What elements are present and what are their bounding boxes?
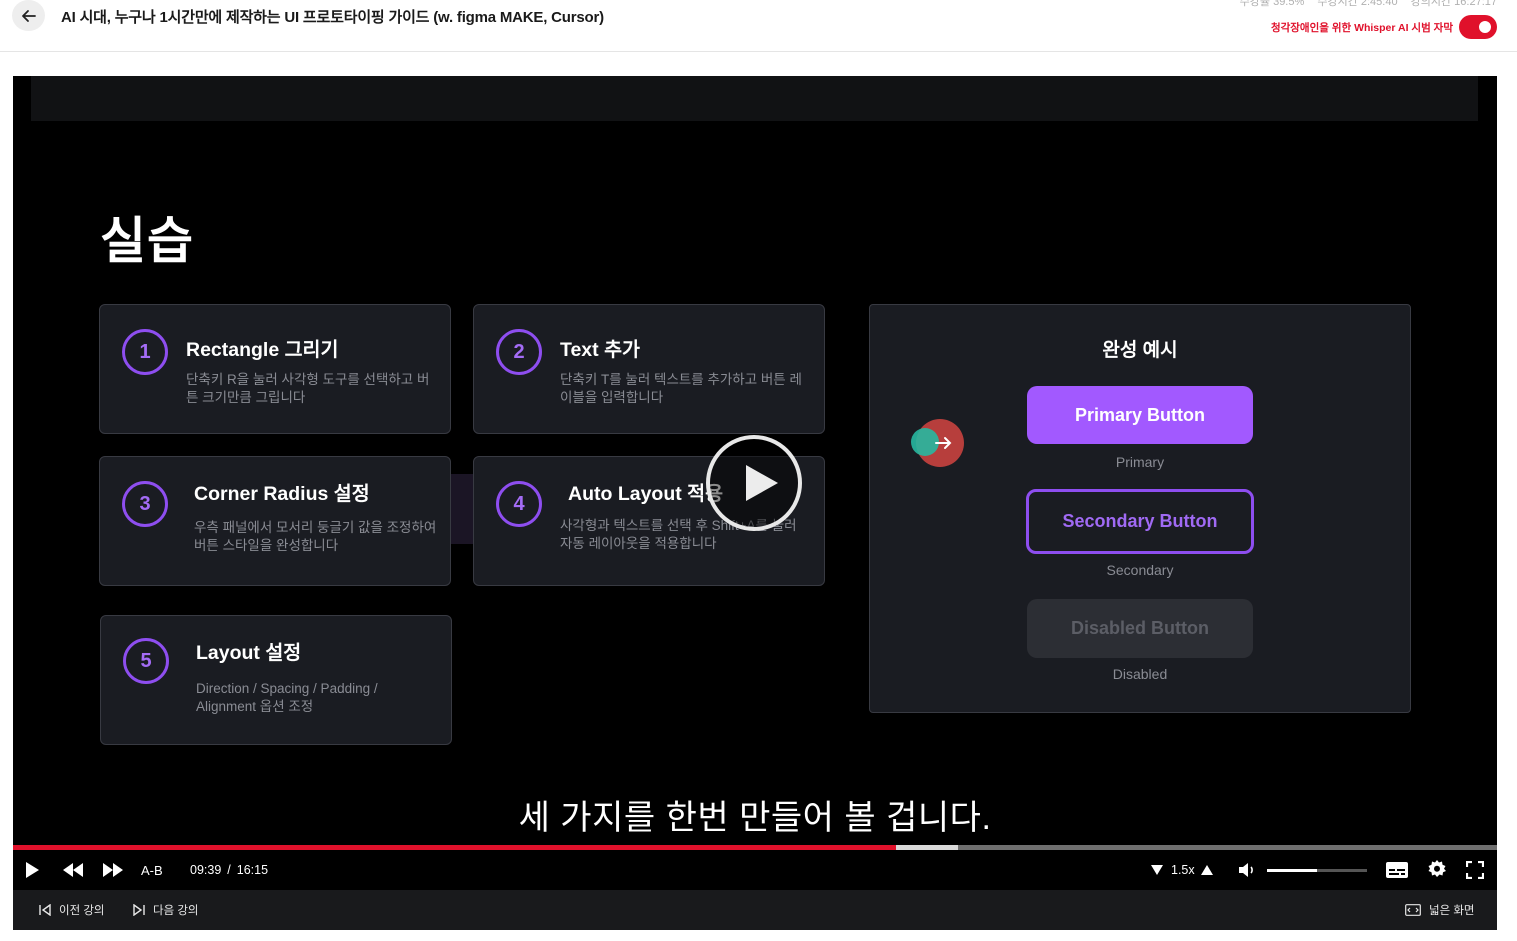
speed-up-button[interactable]: [1201, 850, 1213, 890]
step-number: 3: [122, 481, 168, 527]
wide-screen-icon: [1405, 904, 1421, 916]
ab-repeat-button[interactable]: A-B: [141, 850, 163, 890]
step-card-5: 5 Layout 설정 Direction / Spacing / Paddin…: [100, 615, 452, 745]
step-title: Auto Layout 적용: [568, 483, 724, 505]
fullscreen-button[interactable]: [1466, 850, 1484, 890]
step-number: 4: [496, 481, 542, 527]
step-description: 우측 패널에서 모서리 둥글기 값을 조정하여 버튼 스타일을 완성합니다: [194, 520, 437, 553]
lecture-title: AI 시대, 누구나 1시간만에 제작하는 UI 프로토타이핑 가이드 (w. …: [61, 9, 604, 26]
fast-forward-button[interactable]: [103, 850, 125, 890]
rewind-icon: [63, 863, 83, 877]
playback-speed: 1.5x: [1171, 863, 1195, 877]
step-card-3: 3 Corner Radius 설정 우측 패널에서 모서리 둥글기 값을 조정…: [99, 456, 451, 586]
total-duration: 16:15: [236, 863, 269, 877]
time-display: 09:39 / 16:15: [187, 850, 271, 890]
toggle-knob: [1476, 18, 1494, 36]
step-description: 단축키 R을 눌러 사각형 도구를 선택하고 버튼 크기만큼 그립니다: [186, 372, 430, 405]
wide-screen-label: 넓은 화면: [1429, 905, 1475, 917]
lecture-header: AI 시대, 누구나 1시간만에 제작하는 UI 프로토타이핑 가이드 (w. …: [0, 0, 1517, 52]
step-title: Corner Radius 설정: [194, 483, 370, 505]
primary-button-demo: Primary Button: [1027, 386, 1253, 444]
example-title: 완성 예시: [1102, 340, 1178, 361]
step-card-2: 2 Text 추가 단축키 T를 눌러 텍스트를 추가하고 버튼 레이블을 입력…: [473, 304, 825, 434]
play-button[interactable]: [23, 850, 47, 890]
skip-previous-icon: [39, 904, 51, 916]
whisper-subtitle-label: 청각장애인을 위한 Whisper AI 시범 자막: [1270, 22, 1453, 34]
back-button[interactable]: [12, 0, 45, 31]
disabled-caption: Disabled: [1112, 666, 1168, 682]
secondary-button-demo: Secondary Button: [1026, 489, 1254, 554]
settings-button[interactable]: [1427, 850, 1447, 890]
step-number: 5: [123, 638, 169, 684]
prev-lecture-label: 이전 강의: [59, 905, 105, 917]
lecture-duration: 강의시간 16:27:17: [1410, 0, 1497, 8]
step-card-1: 1 Rectangle 그리기 단축키 R을 눌러 사각형 도구를 선택하고 버…: [99, 304, 451, 434]
slide-top-band: [31, 76, 1478, 121]
prev-lecture-button[interactable]: 이전 강의: [39, 890, 105, 930]
step-description: 단축키 T를 눌러 텍스트를 추가하고 버튼 레이블을 입력합니다: [560, 372, 802, 405]
step-number: 2: [496, 329, 542, 375]
slide-title: 실습: [100, 213, 194, 269]
step-title: Rectangle 그리기: [186, 339, 339, 361]
gear-icon: [1428, 860, 1446, 877]
fullscreen-icon: [1466, 861, 1484, 879]
volume-icon: [1239, 863, 1253, 877]
step-title: Layout 설정: [196, 642, 302, 664]
center-play-button[interactable]: [706, 435, 802, 531]
mute-button[interactable]: [1239, 850, 1257, 890]
next-lecture-button[interactable]: 다음 강의: [133, 890, 199, 930]
lecture-nav-bar: 이전 강의 다음 강의 넓은 화면: [13, 890, 1497, 930]
skip-next-icon: [133, 904, 145, 916]
step-description: Direction / Spacing / Padding / Alignmen…: [196, 681, 378, 714]
speed-down-button[interactable]: [1151, 850, 1163, 890]
arrow-left-icon: [21, 9, 36, 22]
subtitles-button[interactable]: [1386, 850, 1408, 890]
current-time: 09:39: [190, 863, 222, 877]
cursor-highlight-icon: [911, 419, 964, 467]
fast-forward-icon: [103, 863, 123, 877]
whisper-subtitle-toggle[interactable]: [1459, 15, 1497, 39]
progress-stats: 수강률 39.5% 수강시간 2:45:40 강의시간 16:27:17: [1230, 0, 1497, 9]
step-number: 1: [122, 329, 168, 375]
example-panel: 완성 예시 Primary Button Primary Secondary B…: [869, 304, 1411, 713]
play-icon: [26, 862, 39, 878]
player-controls: A-B 09:39 / 16:15 1.5x: [13, 850, 1497, 890]
subtitles-icon: [1386, 862, 1408, 878]
rewind-button[interactable]: [63, 850, 85, 890]
triangle-down-icon: [1151, 865, 1163, 875]
disabled-button-demo: Disabled Button: [1027, 599, 1253, 658]
wide-screen-button[interactable]: 넓은 화면: [1405, 890, 1475, 930]
volume-slider[interactable]: [1267, 869, 1367, 872]
volume-level: [1267, 869, 1317, 872]
time-separator: /: [227, 863, 231, 877]
completion-rate: 수강률 39.5%: [1239, 0, 1305, 8]
step-title: Text 추가: [560, 339, 640, 361]
triangle-up-icon: [1201, 865, 1213, 875]
video-subtitle: 세 가지를 한번 만들어 볼 겁니다.: [518, 799, 992, 837]
watch-time: 수강시간 2:45:40: [1317, 0, 1398, 8]
video-player[interactable]: 실습 1 Rectangle 그리기 단축키 R을 눌러 사각형 도구를 선택하…: [13, 76, 1497, 930]
secondary-caption: Secondary: [1106, 562, 1174, 578]
next-lecture-label: 다음 강의: [153, 905, 199, 917]
